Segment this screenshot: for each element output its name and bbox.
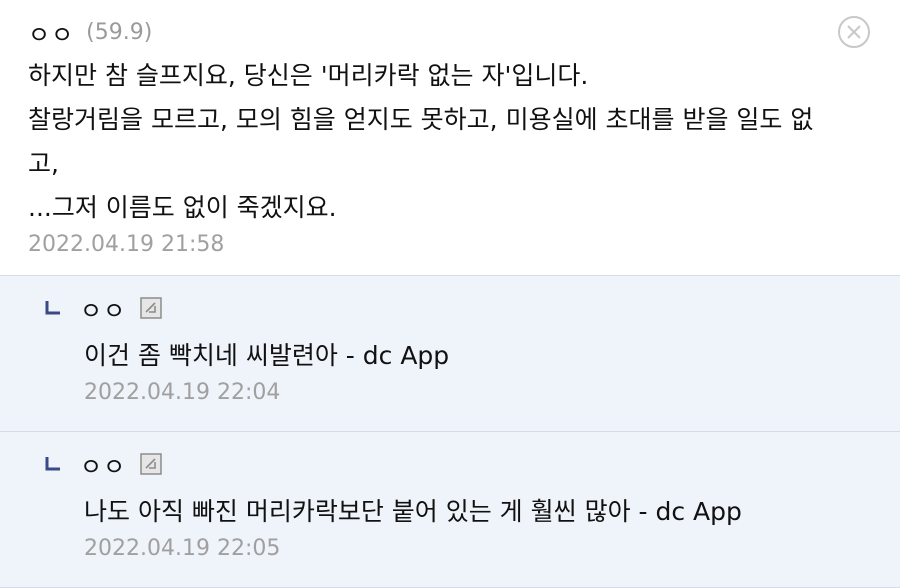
comment-line: 고, [28, 149, 59, 178]
close-icon [847, 25, 861, 39]
mobile-app-icon [140, 297, 162, 319]
reply-nickname[interactable]: ㅇㅇ [80, 447, 126, 482]
reply-item: ㅇㅇ 나도 아직 빠진 머리카락보단 붙어 있는 게 훨씬 많아 - dc Ap… [0, 432, 900, 588]
comment-line: 하지만 참 슬프지요, 당신은 '머리카락 없는 자'입니다. [28, 61, 589, 90]
comment-item: ㅇㅇ (59.9) 하지만 참 슬프지요, 당신은 '머리카락 없는 자'입니다… [0, 0, 900, 276]
comment-nickname[interactable]: ㅇㅇ [28, 15, 74, 50]
reply-body: 이건 좀 빡치네 씨발련아 - dc App [84, 341, 450, 370]
comment-header: ㅇㅇ (59.9) [28, 14, 872, 50]
reply-date: 2022.04.19 22:04 [84, 380, 281, 405]
comment-date: 2022.04.19 21:58 [28, 232, 225, 257]
comment-line: 찰랑거림을 모르고, 모의 힘을 얻지도 못하고, 미용실에 초대를 받을 일도… [28, 105, 814, 134]
comment-body: 하지만 참 슬프지요, 당신은 '머리카락 없는 자'입니다. 찰랑거림을 모르… [28, 54, 872, 230]
delete-comment-button[interactable] [838, 16, 870, 48]
reply-corner-icon [40, 455, 66, 473]
reply-header: ㅇㅇ [40, 290, 872, 326]
reply-nickname[interactable]: ㅇㅇ [80, 291, 126, 326]
reply-date: 2022.04.19 22:05 [84, 536, 281, 561]
reply-corner-icon [40, 299, 66, 317]
reply-item: ㅇㅇ 이건 좀 빡치네 씨발련아 - dc App 2022.04.19 22:… [0, 276, 900, 432]
comment-line: ...그저 이름도 없이 죽겠지요. [28, 193, 337, 222]
reply-body: 나도 아직 빠진 머리카락보단 붙어 있는 게 훨씬 많아 - dc App [84, 497, 742, 526]
mobile-app-icon [140, 453, 162, 475]
reply-header: ㅇㅇ [40, 446, 872, 482]
comment-ip: (59.9) [86, 19, 153, 45]
